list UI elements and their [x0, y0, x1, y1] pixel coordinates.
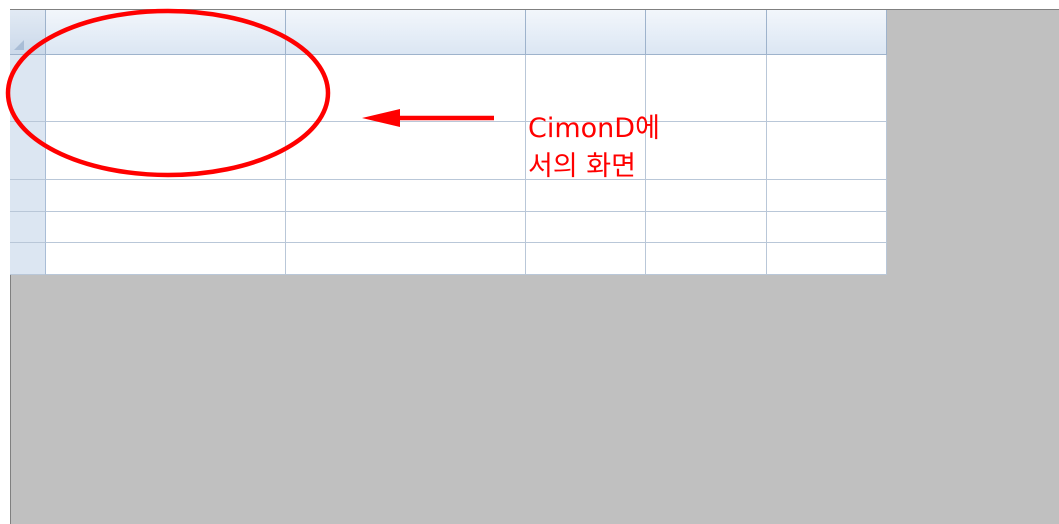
column-header[interactable] — [646, 10, 767, 55]
table-cell[interactable] — [767, 122, 887, 180]
row-header[interactable] — [10, 122, 46, 180]
table-cell[interactable] — [46, 180, 286, 212]
row-header[interactable] — [10, 180, 46, 212]
select-all-icon — [14, 40, 24, 50]
row-header[interactable] — [10, 55, 46, 122]
table-row — [10, 122, 887, 180]
table-cell[interactable] — [46, 243, 286, 275]
table-cell[interactable] — [646, 180, 767, 212]
table-row — [10, 243, 887, 275]
column-header[interactable] — [46, 10, 286, 55]
column-header-row — [10, 10, 887, 55]
table-cell[interactable] — [767, 180, 887, 212]
table-cell[interactable] — [286, 122, 526, 180]
table-cell[interactable] — [286, 55, 526, 122]
table-cell[interactable] — [646, 55, 767, 122]
data-grid[interactable] — [10, 10, 887, 275]
table-cell[interactable] — [767, 243, 887, 275]
table-cell[interactable] — [286, 212, 526, 243]
table-cell[interactable] — [46, 122, 286, 180]
table-cell[interactable] — [286, 243, 526, 275]
table-cell[interactable] — [526, 243, 646, 275]
table-cell[interactable] — [46, 55, 286, 122]
column-header[interactable] — [767, 10, 887, 55]
table-cell[interactable] — [646, 212, 767, 243]
table-cell[interactable] — [767, 212, 887, 243]
table-cell[interactable] — [767, 55, 887, 122]
annotation-line-2: 서의 화면 — [528, 151, 636, 182]
annotation-line-1: CimonD에 — [528, 113, 660, 144]
table-cell[interactable] — [286, 180, 526, 212]
row-header[interactable] — [10, 243, 46, 275]
column-header[interactable] — [286, 10, 526, 55]
table-cell[interactable] — [646, 122, 767, 180]
table-row — [10, 212, 887, 243]
select-all-corner[interactable] — [10, 10, 46, 55]
table-row — [10, 55, 887, 122]
table-row — [10, 180, 887, 212]
annotation-text: CimonD에서의 화면 — [528, 110, 660, 186]
table-cell[interactable] — [46, 212, 286, 243]
row-header[interactable] — [10, 212, 46, 243]
table-cell[interactable] — [646, 243, 767, 275]
table-cell[interactable] — [526, 212, 646, 243]
column-header[interactable] — [526, 10, 646, 55]
